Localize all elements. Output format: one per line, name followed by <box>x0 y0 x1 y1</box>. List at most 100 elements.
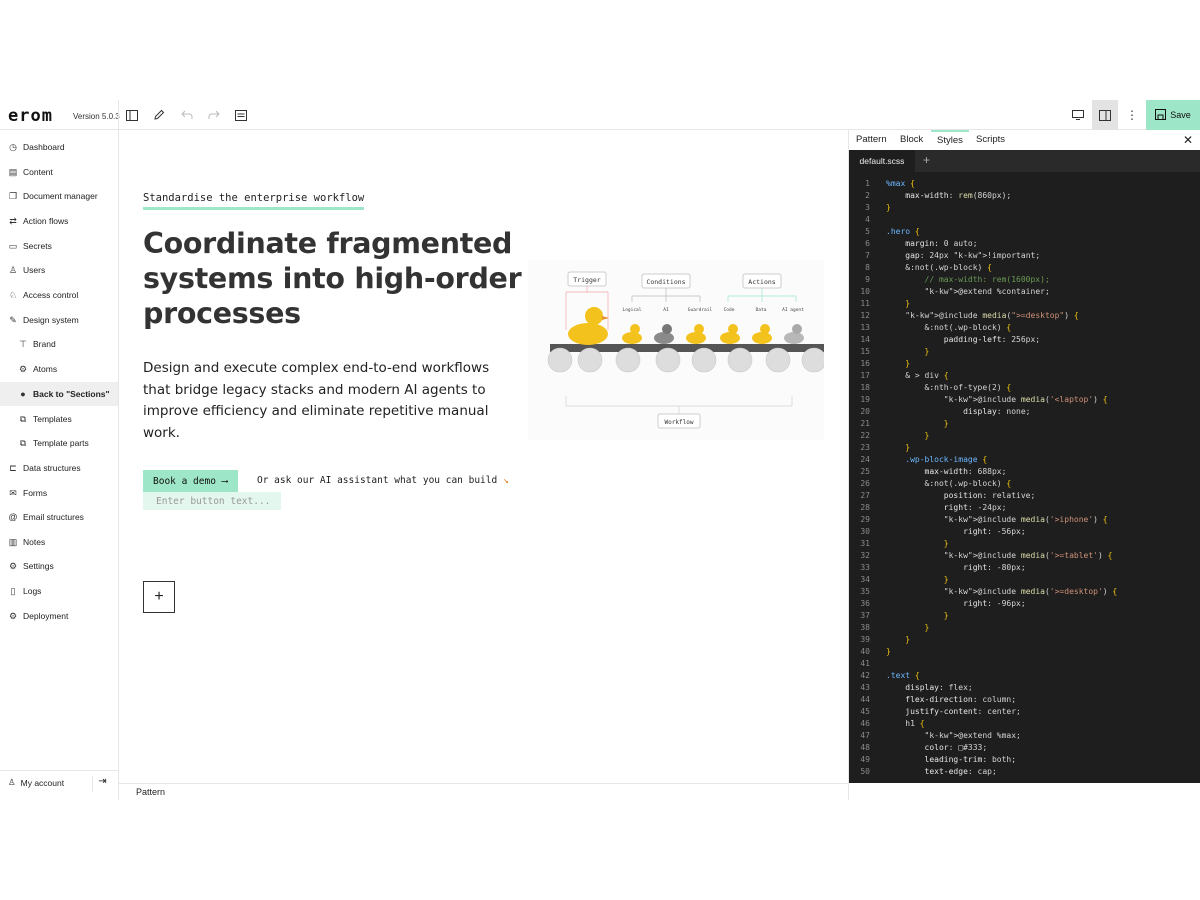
cta-alt-text[interactable]: Or ask our AI assistant what you can bui… <box>257 475 509 486</box>
hero-body[interactable]: Design and execute complex end-to-end wo… <box>143 358 518 444</box>
code-line[interactable]: 11 } <box>849 298 1200 310</box>
desktop-preview-icon[interactable] <box>1065 100 1091 130</box>
sidebar-item-forms[interactable]: ✉ Forms <box>0 481 118 505</box>
sidebar-item-document-manager[interactable]: ❐ Document manager <box>0 184 118 208</box>
code-line[interactable]: 28 right: -24px; <box>849 502 1200 514</box>
code-line[interactable]: 21 } <box>849 418 1200 430</box>
save-button[interactable]: Save <box>1146 100 1200 130</box>
code-line[interactable]: 35 "k-kw">@include media('>=desktop') { <box>849 586 1200 598</box>
hero-eyebrow[interactable]: Standardise the enterprise workflow <box>143 192 365 210</box>
code-text: right: -80px; <box>963 563 1026 572</box>
button-text-input[interactable] <box>143 492 281 510</box>
code-line[interactable]: 42 .text { <box>849 670 1200 682</box>
code-line[interactable]: 48 color: □#333; <box>849 742 1200 754</box>
code-line[interactable]: 7 gap: 24px "k-kw">!important; <box>849 250 1200 262</box>
code-line[interactable]: 47 "k-kw">@extend %max; <box>849 730 1200 742</box>
sidebar-item-access-control[interactable]: ♘ Access control <box>0 283 118 307</box>
code-line[interactable]: 20 display: none; <box>849 406 1200 418</box>
code-line[interactable]: 12 "k-kw">@include media(">=desktop") { <box>849 310 1200 322</box>
sidebar-item-brand[interactable]: ⊤ Brand <box>0 332 118 356</box>
pencil-icon[interactable] <box>151 107 167 123</box>
code-line[interactable]: 6 margin: 0 auto; <box>849 238 1200 250</box>
tab-block[interactable]: Block <box>900 130 923 150</box>
code-line[interactable]: 44 flex-direction: column; <box>849 694 1200 706</box>
code-line[interactable]: 29 "k-kw">@include media('>iphone') { <box>849 514 1200 526</box>
tab-pattern[interactable]: Pattern <box>856 130 887 150</box>
sidebar-item-email-structures[interactable]: @ Email structures <box>0 505 118 529</box>
code-line[interactable]: 24 .wp-block-image { <box>849 454 1200 466</box>
list-view-icon[interactable] <box>233 107 249 123</box>
code-line[interactable]: 39 } <box>849 634 1200 646</box>
code-line[interactable]: 37 } <box>849 610 1200 622</box>
undo-icon[interactable] <box>179 107 195 123</box>
code-line[interactable]: 16 } <box>849 358 1200 370</box>
code-line[interactable]: 33 right: -80px; <box>849 562 1200 574</box>
code-line[interactable]: 30 right: -56px; <box>849 526 1200 538</box>
code-line[interactable]: 18 &:nth-of-type(2) { <box>849 382 1200 394</box>
sidebar-item-content[interactable]: ▤ Content <box>0 160 118 184</box>
code-line[interactable]: 2 max-width: rem(860px); <box>849 190 1200 202</box>
code-line[interactable]: 41 <box>849 658 1200 670</box>
workflow-illustration[interactable]: Trigger Conditions Actions Logical AI Gu… <box>528 260 824 440</box>
code-line[interactable]: 31 } <box>849 538 1200 550</box>
code-line[interactable]: 43 display: flex; <box>849 682 1200 694</box>
code-line[interactable]: 34 } <box>849 574 1200 586</box>
app-logo[interactable]: erom <box>8 106 53 126</box>
sidebar-item-secrets[interactable]: ▭ Secrets <box>0 234 118 258</box>
code-editor[interactable]: default.scss + 1 %max {2 max-width: rem(8… <box>849 150 1200 783</box>
sidebar-item-data-structures[interactable]: ⊏ Data structures <box>0 456 118 480</box>
sidebar-item-users[interactable]: ♙ Users <box>0 258 118 282</box>
hero-headline[interactable]: Coordinate fragmented systems into high-… <box>143 226 523 331</box>
sidebar-item-dashboard[interactable]: ◷ Dashboard <box>0 135 118 159</box>
sidebar-item-deployment[interactable]: ⚙ Deployment <box>0 604 118 628</box>
code-line[interactable]: 32 "k-kw">@include media('>=tablet') { <box>849 550 1200 562</box>
code-line[interactable]: 36 right: -96px; <box>849 598 1200 610</box>
book-demo-button[interactable]: Book a demo ⟶ <box>143 470 238 492</box>
sidebar-item-templates[interactable]: ⧉ Templates <box>0 407 118 431</box>
code-line[interactable]: 10 "k-kw">@extend %container; <box>849 286 1200 298</box>
code-line[interactable]: 17 & > div { <box>849 370 1200 382</box>
sidebar-item-back-to-sections[interactable]: ● Back to "Sections" <box>0 382 118 406</box>
code-line[interactable]: 49 leading-trim: both; <box>849 754 1200 766</box>
sidebar-item-template-parts[interactable]: ⧉ Template parts <box>0 431 118 455</box>
code-line[interactable]: 8 &:not(.wp-block) { <box>849 262 1200 274</box>
code-line[interactable]: 19 "k-kw">@include media('<laptop') { <box>849 394 1200 406</box>
sidebar-item-settings[interactable]: ⚙ Settings <box>0 554 118 578</box>
settings-panel-icon[interactable] <box>1092 100 1118 130</box>
code-line[interactable]: 14 padding-left: 256px; <box>849 334 1200 346</box>
more-options-icon[interactable]: ⋮ <box>1119 100 1145 130</box>
my-account-link[interactable]: ♙ My account <box>8 777 64 788</box>
code-line[interactable]: 13 &:not(.wp-block) { <box>849 322 1200 334</box>
add-block-button[interactable]: + <box>143 581 175 613</box>
code-line[interactable]: 1 %max { <box>849 178 1200 190</box>
code-line[interactable]: 50 text-edge: cap; <box>849 766 1200 778</box>
tab-styles[interactable]: Styles <box>931 130 969 150</box>
code-line[interactable]: 27 position: relative; <box>849 490 1200 502</box>
code-line[interactable]: 40} <box>849 646 1200 658</box>
code-line[interactable]: 4 <box>849 214 1200 226</box>
code-line[interactable]: 25 max-width: 688px; <box>849 466 1200 478</box>
sidebar-item-design-system[interactable]: ✎ Design system <box>0 308 118 332</box>
code-line[interactable]: 26 &:not(.wp-block) { <box>849 478 1200 490</box>
sidebar-item-logs[interactable]: ▯ Logs <box>0 579 118 603</box>
code-line[interactable]: 45 justify-content: center; <box>849 706 1200 718</box>
add-file-icon[interactable]: + <box>923 153 930 167</box>
code-line[interactable]: 5 .hero { <box>849 226 1200 238</box>
code-line[interactable]: 38 } <box>849 622 1200 634</box>
sidebar-item-action-flows[interactable]: ⇄ Action flows <box>0 209 118 233</box>
code-line[interactable]: 15 } <box>849 346 1200 358</box>
code-line[interactable]: 23 } <box>849 442 1200 454</box>
code-line[interactable]: 3} <box>849 202 1200 214</box>
redo-icon[interactable] <box>206 107 222 123</box>
code-line[interactable]: 22 } <box>849 430 1200 442</box>
close-icon[interactable]: ✕ <box>1183 133 1193 147</box>
sidebar-item-notes[interactable]: ▥ Notes <box>0 530 118 554</box>
logout-icon[interactable]: ⇥ <box>92 776 112 792</box>
code-line[interactable]: 46 h1 { <box>849 718 1200 730</box>
sidebar-item-atoms[interactable]: ⚙ Atoms <box>0 357 118 381</box>
toggle-sidebar-icon[interactable] <box>124 107 140 123</box>
block-breadcrumb[interactable]: Pattern <box>119 783 848 800</box>
code-line[interactable]: 9 // max-width: rem(1600px); <box>849 274 1200 286</box>
file-tab-default-scss[interactable]: default.scss <box>849 150 915 172</box>
tab-scripts[interactable]: Scripts <box>976 130 1005 150</box>
